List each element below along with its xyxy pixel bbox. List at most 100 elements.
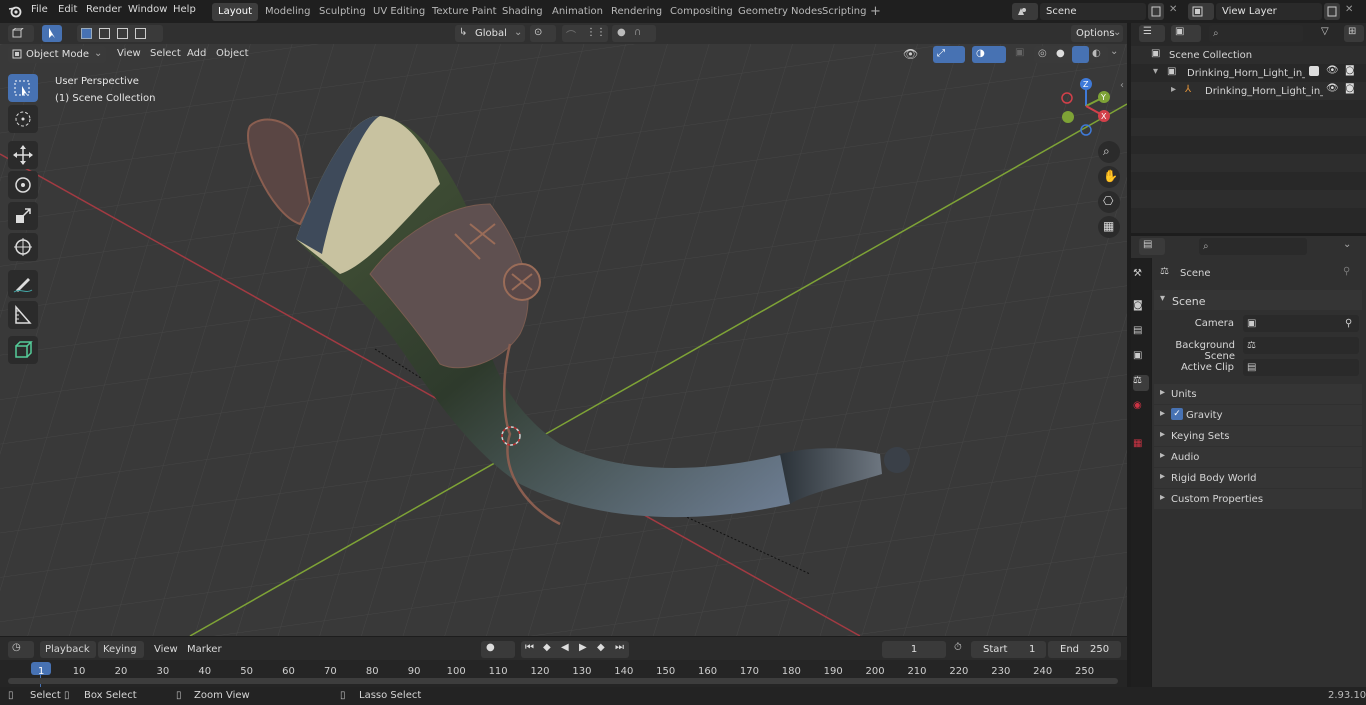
play-icon[interactable]: ▶ [579,642,587,653]
rotate-tool[interactable] [8,171,38,199]
world-properties-icon[interactable]: ◉ [1133,400,1149,416]
pivot-point-button[interactable]: ⊙ [530,25,556,42]
menu-file[interactable]: File [31,4,48,15]
new-view-layer-button[interactable] [1324,3,1340,20]
eye-icon[interactable]: 👁 [1326,65,1339,76]
section-rigid-body-world[interactable]: ▸ Rigid Body World [1154,468,1362,488]
camera-view-button[interactable]: ⎔ [1098,191,1120,213]
background-scene-field[interactable]: ⚖ [1243,337,1359,354]
proportional-editing-button[interactable]: ● ∩ [612,25,656,42]
options-button[interactable]: Options ⌄ [1071,25,1123,42]
current-frame-field[interactable]: 1 [882,641,946,658]
add-workspace-icon[interactable]: + [870,4,881,19]
snap-button[interactable]: ⌒ ⋮⋮ [562,25,608,42]
next-keyframe-icon[interactable]: ◆ [597,642,605,653]
scene-browser-button[interactable] [1012,3,1038,20]
rendered-shading-icon[interactable]: ◐ [1092,48,1101,59]
outliner-row-object[interactable]: ▸ ⅄ Drinking_Horn_Light_in_L 👁 ◙ [1131,82,1366,100]
playback-controls[interactable]: ⏮ ◆ ◀ ▶ ◆ ⏭ [521,641,629,658]
scale-tool[interactable] [8,202,38,230]
scene-panel-header[interactable]: ▾ Scene [1154,290,1362,310]
wireframe-shading-icon[interactable]: ◎ [1038,48,1047,59]
view-layer-properties-icon[interactable]: ▣ [1133,350,1149,366]
chevron-down-icon[interactable]: ⌄ [1343,239,1351,250]
timer-icon[interactable]: ⏱ [954,642,962,653]
cursor-tool[interactable] [8,105,38,133]
render-properties-icon[interactable]: ◙ [1133,300,1149,316]
3d-viewport[interactable] [0,44,1127,636]
view-layer-browser-button[interactable] [1188,3,1214,20]
section-units[interactable]: ▸ Units [1154,384,1362,404]
start-frame-field[interactable]: Start 1 [971,641,1046,658]
viewport-menu-select[interactable]: Select [150,48,181,59]
material-shading-icon[interactable] [1072,46,1089,63]
mode-dropdown[interactable]: Object Mode ⌄ [8,46,106,63]
menu-render[interactable]: Render [86,4,122,15]
tool-settings-icon[interactable]: ⚒ [1133,268,1149,284]
measure-tool[interactable] [8,301,38,329]
section-custom-properties[interactable]: ▸ Custom Properties [1154,489,1362,509]
move-tool[interactable] [8,141,38,169]
close-scene-icon[interactable]: ✕ [1169,4,1177,15]
visibility-filter-icon[interactable]: 👁 [903,47,918,61]
section-gravity[interactable]: ▸ ✓ Gravity [1154,405,1362,425]
tab-uv-editing[interactable]: UV Editing [367,3,431,21]
pan-view-button[interactable]: ✋ [1098,166,1120,188]
select-invert-icon[interactable] [135,28,146,39]
timeline-menu-marker[interactable]: Marker [187,644,222,655]
display-mode-button[interactable]: ▣ [1171,25,1201,42]
auto-key-button[interactable]: ● [481,641,515,658]
playback-menu[interactable]: Playback [40,641,96,658]
menu-help[interactable]: Help [173,4,196,15]
new-scene-button[interactable] [1148,3,1164,20]
tab-animation[interactable]: Animation [546,3,609,21]
outliner-editor-type-button[interactable]: ☰ [1139,25,1165,42]
xray-icon[interactable]: ▣ [1015,47,1024,58]
timeline-menu-view[interactable]: View [154,644,178,655]
jump-start-icon[interactable]: ⏮ [525,642,534,653]
gizmo-toggle-button[interactable]: ⤢ [933,46,965,63]
output-properties-icon[interactable]: ▤ [1133,325,1149,341]
gravity-checkbox[interactable]: ✓ [1171,408,1183,420]
scene-properties-icon[interactable]: ⚖ [1133,375,1149,391]
timeline-editor-type-button[interactable]: ◷ [8,641,34,658]
select-tool[interactable] [8,74,38,102]
shading-mode-buttons[interactable]: ◎ ● ◐ [1034,46,1108,63]
checkbox-icon[interactable] [1309,66,1319,76]
timeline-scrollbar[interactable] [8,678,1118,684]
new-collection-button[interactable]: ⊞ [1344,25,1364,42]
camera-field[interactable]: ▣ ⚲ [1243,315,1359,332]
tab-shading[interactable]: Shading [496,3,549,21]
active-clip-field[interactable]: ▤ [1243,359,1359,376]
viewport-menu-add[interactable]: Add [187,48,206,59]
outliner-search-input[interactable]: ⌕ [1209,25,1303,42]
eyedropper-icon[interactable]: ⚲ [1345,315,1352,332]
select-extend-icon[interactable] [99,28,110,39]
sidebar-toggle-icon[interactable]: ‹ [1120,80,1124,91]
tab-modeling[interactable]: Modeling [259,3,317,21]
menu-edit[interactable]: Edit [58,4,77,15]
viewport-menu-view[interactable]: View [117,48,141,59]
end-frame-field[interactable]: End 250 [1048,641,1121,658]
expand-arrow-icon[interactable]: ▸ [1171,84,1176,95]
section-audio[interactable]: ▸ Audio [1154,447,1362,467]
select-new-icon[interactable] [81,28,92,39]
prev-keyframe-icon[interactable]: ◆ [543,642,551,653]
outliner-row-collection[interactable]: ▾ ▣ Drinking_Horn_Light_in_Leath 👁 ◙ [1131,64,1366,82]
camera-render-icon[interactable]: ◙ [1345,65,1355,76]
scene-name-field[interactable]: Scene [1040,3,1146,20]
add-cube-tool[interactable] [8,336,38,364]
tweak-tool-button[interactable] [42,25,62,42]
keying-menu[interactable]: Keying [98,641,144,658]
tab-geometry-nodes[interactable]: Geometry Nodes [732,3,828,21]
tab-texture-paint[interactable]: Texture Paint [426,3,503,21]
tab-layout[interactable]: Layout [212,3,258,21]
editor-type-button[interactable] [8,25,34,42]
viewport-menu-object[interactable]: Object [216,48,249,59]
overlay-toggle-button[interactable]: ◑ [972,46,1006,63]
play-reverse-icon[interactable]: ◀ [561,642,569,653]
transform-orientation-dropdown[interactable]: ↳ Global ⌄ [455,25,525,42]
solid-shading-icon[interactable]: ● [1056,48,1065,59]
tab-sculpting[interactable]: Sculpting [313,3,372,21]
tab-compositing[interactable]: Compositing [664,3,739,21]
